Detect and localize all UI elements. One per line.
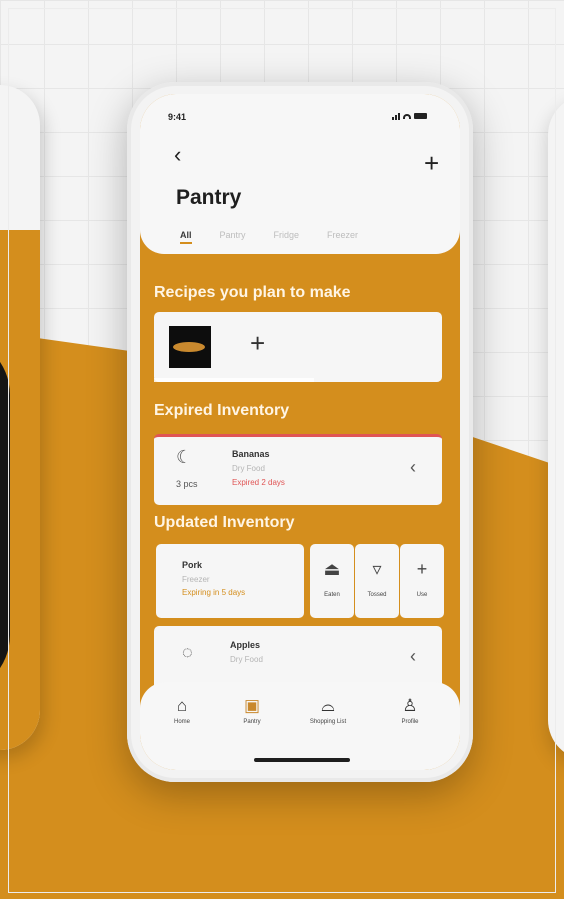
wifi-icon xyxy=(403,113,411,119)
page-title: Pantry xyxy=(176,186,242,209)
phone-mockup: 9:41 ‹ + Pantry All Pantry Fridge Freeze… xyxy=(127,82,473,782)
nav-home[interactable]: ⌂ Home xyxy=(150,696,214,725)
nav-label: Home xyxy=(173,719,190,725)
bottom-navigation: ⌂ Home ▣ Pantry ⌓ Shopping List ♙ Profil… xyxy=(140,682,460,770)
back-button[interactable]: ‹ xyxy=(174,144,181,166)
item-status: Expiring in 5 days xyxy=(182,588,246,597)
apple-icon: ◌ xyxy=(182,642,193,662)
pantry-icon: ▣ xyxy=(243,696,261,715)
category-tabs: All Pantry Fridge Freezer xyxy=(180,230,386,244)
status-time: 9:41 xyxy=(168,112,187,122)
battery-icon xyxy=(414,113,427,119)
plus-icon: + xyxy=(250,328,266,358)
action-label: Tossed xyxy=(367,592,387,598)
chevron-left-icon[interactable]: ‹ xyxy=(410,646,416,667)
tab-all[interactable]: All xyxy=(180,230,192,244)
nav-pantry[interactable]: ▣ Pantry xyxy=(220,696,284,725)
tab-freezer[interactable]: Freezer xyxy=(327,230,358,240)
tossed-button[interactable]: ▿ Tossed xyxy=(355,544,399,618)
side-phone-left-plate xyxy=(0,335,10,695)
cloche-icon: ⏏ xyxy=(323,559,341,579)
section-title-recipes: Recipes you plan to make xyxy=(154,284,351,301)
app-screen: 9:41 ‹ + Pantry All Pantry Fridge Freeze… xyxy=(140,94,460,770)
nav-shopping-list[interactable]: ⌓ Shopping List xyxy=(296,696,360,725)
add-item-button[interactable]: + xyxy=(424,150,439,176)
chevron-left-icon[interactable]: ‹ xyxy=(410,457,416,478)
tab-fridge[interactable]: Fridge xyxy=(274,230,300,240)
action-label: Eaten xyxy=(324,592,340,598)
trash-icon: ▿ xyxy=(372,559,382,579)
item-name: Bananas xyxy=(232,449,270,459)
item-name: Apples xyxy=(230,640,261,650)
signal-icon xyxy=(392,112,400,120)
item-quantity: 3 pcs xyxy=(176,479,198,489)
action-label: Use xyxy=(416,592,428,598)
use-button[interactable]: + Use xyxy=(400,544,444,618)
item-type: Dry Food xyxy=(230,655,263,664)
expired-item-card[interactable]: ☾ 3 pcs Bananas Dry Food Expired 2 days … xyxy=(154,434,442,505)
chevron-left-icon: ‹ xyxy=(174,142,182,167)
shopping-bag-icon: ⌓ xyxy=(321,696,335,715)
side-phone-left xyxy=(0,85,40,750)
dish-image xyxy=(173,342,205,352)
item-location: Freezer xyxy=(182,575,210,584)
header-area: 9:41 ‹ + Pantry All Pantry Fridge Freeze… xyxy=(140,94,460,254)
home-icon: ⌂ xyxy=(176,696,188,715)
recipe-progress-bar xyxy=(154,378,314,382)
eaten-button[interactable]: ⏏ Eaten xyxy=(310,544,354,618)
tab-pantry[interactable]: Pantry xyxy=(220,230,246,240)
add-recipe-button[interactable]: + xyxy=(250,330,265,356)
recipes-card: + xyxy=(154,312,442,382)
plus-icon: + xyxy=(416,559,428,579)
status-icons xyxy=(392,112,427,120)
item-status: Expired 2 days xyxy=(232,478,285,487)
recipe-thumbnail[interactable] xyxy=(169,326,211,368)
home-indicator xyxy=(254,758,350,762)
background-scene: 9:41 ‹ + Pantry All Pantry Fridge Freeze… xyxy=(0,0,564,899)
nav-label: Shopping List xyxy=(309,719,347,725)
section-title-expired: Expired Inventory xyxy=(154,402,290,419)
updated-item-card[interactable]: Pork Freezer Expiring in 5 days xyxy=(156,544,304,618)
item-name: Pork xyxy=(182,560,203,570)
nav-label: Profile xyxy=(401,719,419,725)
plus-icon: + xyxy=(424,148,440,178)
profile-icon: ♙ xyxy=(402,696,418,715)
nav-profile[interactable]: ♙ Profile xyxy=(378,696,442,725)
item-type: Dry Food xyxy=(232,464,265,473)
section-title-updated: Updated Inventory xyxy=(154,514,295,531)
nav-label: Pantry xyxy=(243,719,261,725)
side-phone-right xyxy=(548,95,564,760)
banana-icon: ☾ xyxy=(176,447,193,467)
